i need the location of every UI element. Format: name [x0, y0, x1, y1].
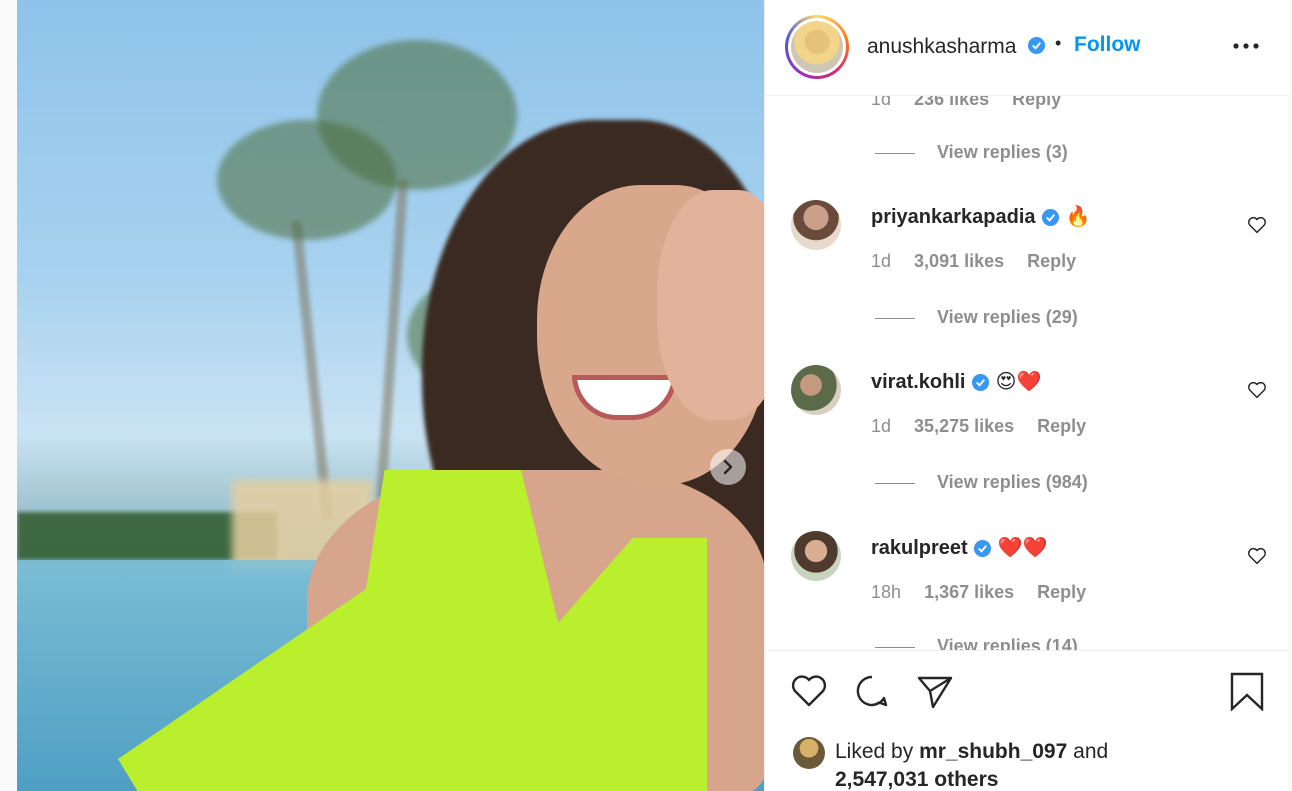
author-username[interactable]: anushkasharma [867, 35, 1016, 59]
comment-meta: 1d 35,275 likes Reply [871, 416, 1104, 437]
view-replies-label: View replies (3) [937, 142, 1068, 162]
palm-trunk [291, 220, 333, 520]
follow-button[interactable]: Follow [1074, 33, 1141, 57]
palm-trunk [375, 180, 409, 500]
chevron-right-icon [723, 459, 733, 475]
verified-badge-icon [971, 374, 990, 392]
view-replies-label: View replies (14) [937, 636, 1078, 650]
post-photo[interactable] [17, 0, 764, 791]
comment-likes[interactable]: 1,367 likes [924, 582, 1014, 602]
commenter-username[interactable]: rakulpreet [871, 537, 968, 559]
view-replies-label: View replies (984) [937, 472, 1088, 492]
view-replies-button[interactable]: View replies (29) [875, 307, 1078, 328]
comment-text: 😍❤️ [995, 369, 1042, 393]
comment-header: virat.kohli 😍❤️ [871, 369, 1041, 394]
liker-username[interactable]: mr_shubh_097 [919, 740, 1067, 763]
reply-button[interactable]: Reply [1012, 96, 1061, 109]
view-replies-button[interactable]: View replies (984) [875, 472, 1088, 493]
comment-likes[interactable]: 236 likes [914, 96, 989, 109]
verified-badge-icon [1027, 36, 1046, 55]
comment-meta: 1d 3,091 likes Reply [871, 251, 1094, 272]
comment-header: priyankarkapadia 🔥 [871, 204, 1091, 229]
view-replies-button[interactable]: View replies (14) [875, 636, 1078, 650]
reply-button[interactable]: Reply [1037, 416, 1086, 436]
next-photo-button[interactable] [710, 449, 746, 485]
liked-by-others[interactable]: 2,547,031 others [835, 768, 998, 791]
comment-time: 1d [871, 416, 892, 436]
comment-text: ❤️❤️ [997, 535, 1048, 559]
comment-likes[interactable]: 35,275 likes [914, 416, 1014, 436]
verified-badge-icon [974, 540, 992, 558]
paper-plane-icon[interactable] [915, 671, 955, 711]
commenter-avatar[interactable] [791, 531, 841, 581]
comment-item: priyankarkapadia 🔥 1d 3,091 likes Reply [765, 194, 1289, 314]
comment-time: 1d [871, 96, 892, 109]
comment-header: rakulpreet ❤️❤️ [871, 535, 1048, 560]
comment-text: 🔥 [1065, 204, 1091, 228]
separator-dot: • [1055, 33, 1062, 53]
heart-icon[interactable] [789, 671, 829, 711]
verified-badge-icon [1042, 209, 1060, 227]
post-header: anushkasharma • Follow [765, 0, 1289, 96]
hand [657, 190, 764, 420]
comment-likes[interactable]: 3,091 likes [914, 251, 1004, 271]
liked-by-summary: Liked by mr_shubh_097 and 2,547,031 othe… [835, 738, 1255, 791]
commenter-avatar[interactable] [791, 365, 841, 415]
author-avatar[interactable] [785, 15, 849, 79]
comment-like-heart-icon[interactable] [1246, 379, 1268, 401]
liked-by-middle: and [1073, 740, 1109, 763]
comment-time: 1d [871, 251, 892, 271]
view-replies-label: View replies (29) [937, 307, 1078, 327]
post-side-panel: anushkasharma • Follow 1d 236 likes Repl… [764, 0, 1289, 791]
commenter-avatar[interactable] [791, 200, 841, 250]
comment-item: rakulpreet ❤️❤️ 18h 1,367 likes Reply [765, 525, 1289, 645]
post-actions: Liked by mr_shubh_097 and 2,547,031 othe… [765, 651, 1289, 791]
comment-icon[interactable] [852, 671, 892, 711]
commenter-username[interactable]: virat.kohli [871, 371, 965, 393]
commenter-username[interactable]: priyankarkapadia [871, 206, 1036, 228]
comment-item: virat.kohli 😍❤️ 1d 35,275 likes Reply [765, 359, 1289, 479]
comments-list[interactable]: 1d 236 likes Reply View replies (3) priy… [765, 96, 1289, 650]
liked-by-prefix: Liked by [835, 740, 914, 763]
comment-meta: 1d 236 likes Reply [871, 96, 1079, 110]
comment-meta: 18h 1,367 likes Reply [871, 582, 1104, 603]
view-replies-button[interactable]: View replies (3) [875, 142, 1068, 163]
comment-time: 18h [871, 582, 902, 602]
more-options-icon[interactable] [1231, 36, 1261, 56]
palm-leaves [317, 40, 517, 190]
comment-like-heart-icon[interactable] [1246, 214, 1268, 236]
comment-like-heart-icon[interactable] [1246, 545, 1268, 567]
liker-avatar[interactable] [793, 737, 825, 769]
reply-button[interactable]: Reply [1037, 582, 1086, 602]
reply-button[interactable]: Reply [1027, 251, 1076, 271]
bookmark-icon[interactable] [1227, 671, 1267, 711]
